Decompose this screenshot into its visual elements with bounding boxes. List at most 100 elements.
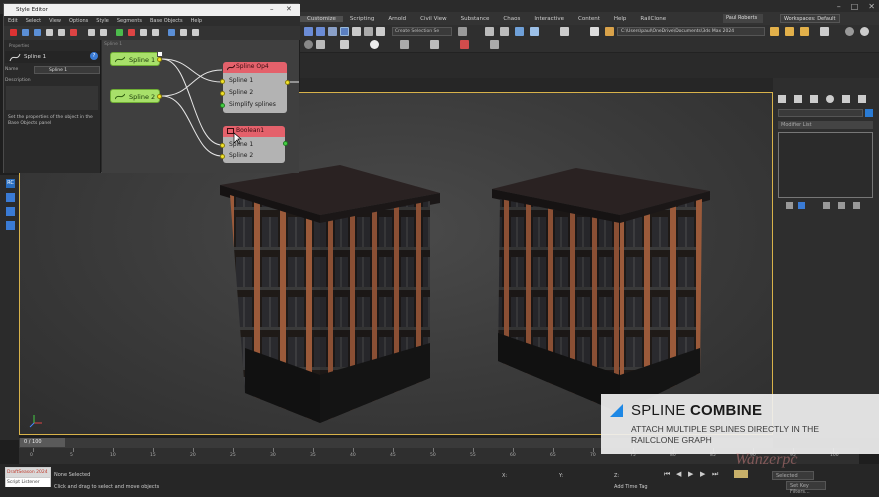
workspace-dropdown[interactable]: Workspaces: Default xyxy=(780,14,840,23)
modifier-list-dropdown[interactable]: Modifier List xyxy=(778,121,873,129)
mirror-icon[interactable] xyxy=(485,27,494,36)
name-field[interactable]: Spline 1 xyxy=(34,66,100,74)
make-unique-icon[interactable] xyxy=(823,202,830,209)
key-selection-dropdown[interactable]: Selected xyxy=(772,471,814,480)
redo-icon[interactable] xyxy=(316,27,325,36)
align-icon[interactable] xyxy=(500,27,509,36)
paste-icon[interactable] xyxy=(58,29,65,36)
camera-icon[interactable] xyxy=(430,40,439,49)
close-icon[interactable]: ✕ xyxy=(286,5,292,13)
render-frame-icon[interactable] xyxy=(785,27,794,36)
user-account-button[interactable]: Paul Roberts xyxy=(723,14,763,23)
menu-edit[interactable]: Edit xyxy=(4,18,22,24)
previous-frame-icon[interactable]: ◀ xyxy=(676,470,681,478)
refresh-icon[interactable] xyxy=(168,29,175,36)
output-port[interactable] xyxy=(283,141,288,146)
menu-customize[interactable]: Customize xyxy=(300,15,343,22)
input-port-spline-1[interactable] xyxy=(220,79,225,84)
next-frame-icon[interactable]: ▶ xyxy=(700,470,705,478)
curve-editor-icon[interactable] xyxy=(560,27,569,36)
layer-icon[interactable] xyxy=(515,27,524,36)
pin-stack-icon[interactable] xyxy=(786,202,793,209)
browser-icon[interactable] xyxy=(860,27,869,36)
render-active-icon[interactable] xyxy=(800,27,809,36)
remove-modifier-icon[interactable] xyxy=(838,202,845,209)
layout-icon[interactable] xyxy=(180,29,187,36)
copy-icon[interactable] xyxy=(46,29,53,36)
hierarchy-tab-icon[interactable] xyxy=(810,95,818,103)
maximize-icon[interactable]: □ xyxy=(851,2,859,11)
menu-railclone[interactable]: RailClone xyxy=(633,16,673,22)
railclone-toolbar-icon[interactable]: RC xyxy=(6,179,15,188)
motion-tab-icon[interactable] xyxy=(826,95,834,103)
description-field[interactable] xyxy=(6,86,98,110)
link-icon[interactable] xyxy=(328,27,337,36)
teapot-icon[interactable] xyxy=(316,40,325,49)
select-icon[interactable] xyxy=(340,27,349,36)
scene-explorer-icon[interactable] xyxy=(530,27,539,36)
input-port-spline-2[interactable] xyxy=(220,154,225,159)
show-end-result-icon[interactable] xyxy=(798,202,805,209)
help-icon[interactable] xyxy=(845,27,854,36)
play-icon[interactable]: ▶ xyxy=(688,470,693,478)
menu-style[interactable]: Style xyxy=(92,18,113,24)
redo-icon[interactable] xyxy=(34,29,41,36)
maxscript-mini-listener-top[interactable]: DraftSeason 2024 xyxy=(6,468,50,477)
key-mode-icon[interactable] xyxy=(734,470,748,478)
menu-civil-view[interactable]: Civil View xyxy=(413,16,453,22)
menu-help[interactable]: Help xyxy=(607,16,634,22)
error-icon[interactable] xyxy=(128,29,135,36)
create-tab-icon[interactable] xyxy=(778,95,786,103)
go-to-start-icon[interactable]: ⏮ xyxy=(664,470,670,479)
named-selection-dropdown[interactable]: Create Selection Se xyxy=(392,27,452,36)
input-port-spline-1[interactable] xyxy=(220,143,225,148)
menu-chaos[interactable]: Chaos xyxy=(496,16,527,22)
railclone-icon[interactable] xyxy=(460,40,469,49)
modify-tab-icon[interactable] xyxy=(794,95,802,103)
go-to-end-icon[interactable]: ⏭ xyxy=(712,470,718,479)
tool-icon[interactable] xyxy=(100,29,107,36)
render-setup-icon[interactable] xyxy=(605,27,614,36)
text-icon[interactable] xyxy=(140,29,147,36)
add-time-tag[interactable]: Add Time Tag xyxy=(614,484,648,490)
object-name-field[interactable] xyxy=(778,109,863,117)
rect-select-icon[interactable] xyxy=(364,27,373,36)
cloud-render-icon[interactable] xyxy=(820,27,829,36)
utilities-tab-icon[interactable] xyxy=(858,95,866,103)
menu-select[interactable]: Select xyxy=(22,18,45,24)
menu-segments[interactable]: Segments xyxy=(113,18,146,24)
node-spline-1[interactable]: Spline 1 xyxy=(110,51,163,66)
project-path-field[interactable]: C:\Users\paul\OneDrive\Documents\3ds Max… xyxy=(617,27,765,36)
minimize-icon[interactable]: – xyxy=(270,5,274,13)
material-editor-icon[interactable] xyxy=(590,27,599,36)
output-port[interactable] xyxy=(285,80,290,85)
help-icon[interactable]: ? xyxy=(90,52,98,60)
select-by-name-icon[interactable] xyxy=(352,27,361,36)
output-port[interactable] xyxy=(157,57,162,62)
forest-icon[interactable] xyxy=(490,40,499,49)
maxscript-mini-listener-bottom[interactable]: Script Listener xyxy=(6,478,50,487)
menu-content[interactable]: Content xyxy=(571,16,607,22)
minimize-icon[interactable]: – xyxy=(837,2,841,11)
undo-icon[interactable] xyxy=(22,29,29,36)
menu-base-objects[interactable]: Base Objects xyxy=(146,18,187,24)
undo-icon[interactable] xyxy=(304,27,313,36)
menu-arnold[interactable]: Arnold xyxy=(381,16,413,22)
time-slider-thumb[interactable]: 0 / 100 xyxy=(20,438,65,447)
sphere-icon[interactable] xyxy=(304,40,313,49)
tool-icon[interactable] xyxy=(88,29,95,36)
close-icon[interactable]: ✕ xyxy=(868,2,875,11)
menu-view[interactable]: View xyxy=(45,18,65,24)
node-spline-2[interactable]: Spline 2 xyxy=(110,89,162,103)
railclone-logo-icon[interactable] xyxy=(10,29,17,36)
key-filters-button[interactable]: Set Key Filters... xyxy=(786,481,826,495)
tool-icon[interactable] xyxy=(152,29,159,36)
output-port[interactable] xyxy=(157,94,162,99)
display-tab-icon[interactable] xyxy=(842,95,850,103)
tool-icon[interactable] xyxy=(6,193,15,202)
menu-interactive[interactable]: Interactive xyxy=(527,16,571,22)
input-port-spline-2[interactable] xyxy=(220,91,225,96)
layout-icon[interactable] xyxy=(192,29,199,36)
tool-icon[interactable] xyxy=(6,207,15,216)
menu-substance[interactable]: Substance xyxy=(454,16,497,22)
